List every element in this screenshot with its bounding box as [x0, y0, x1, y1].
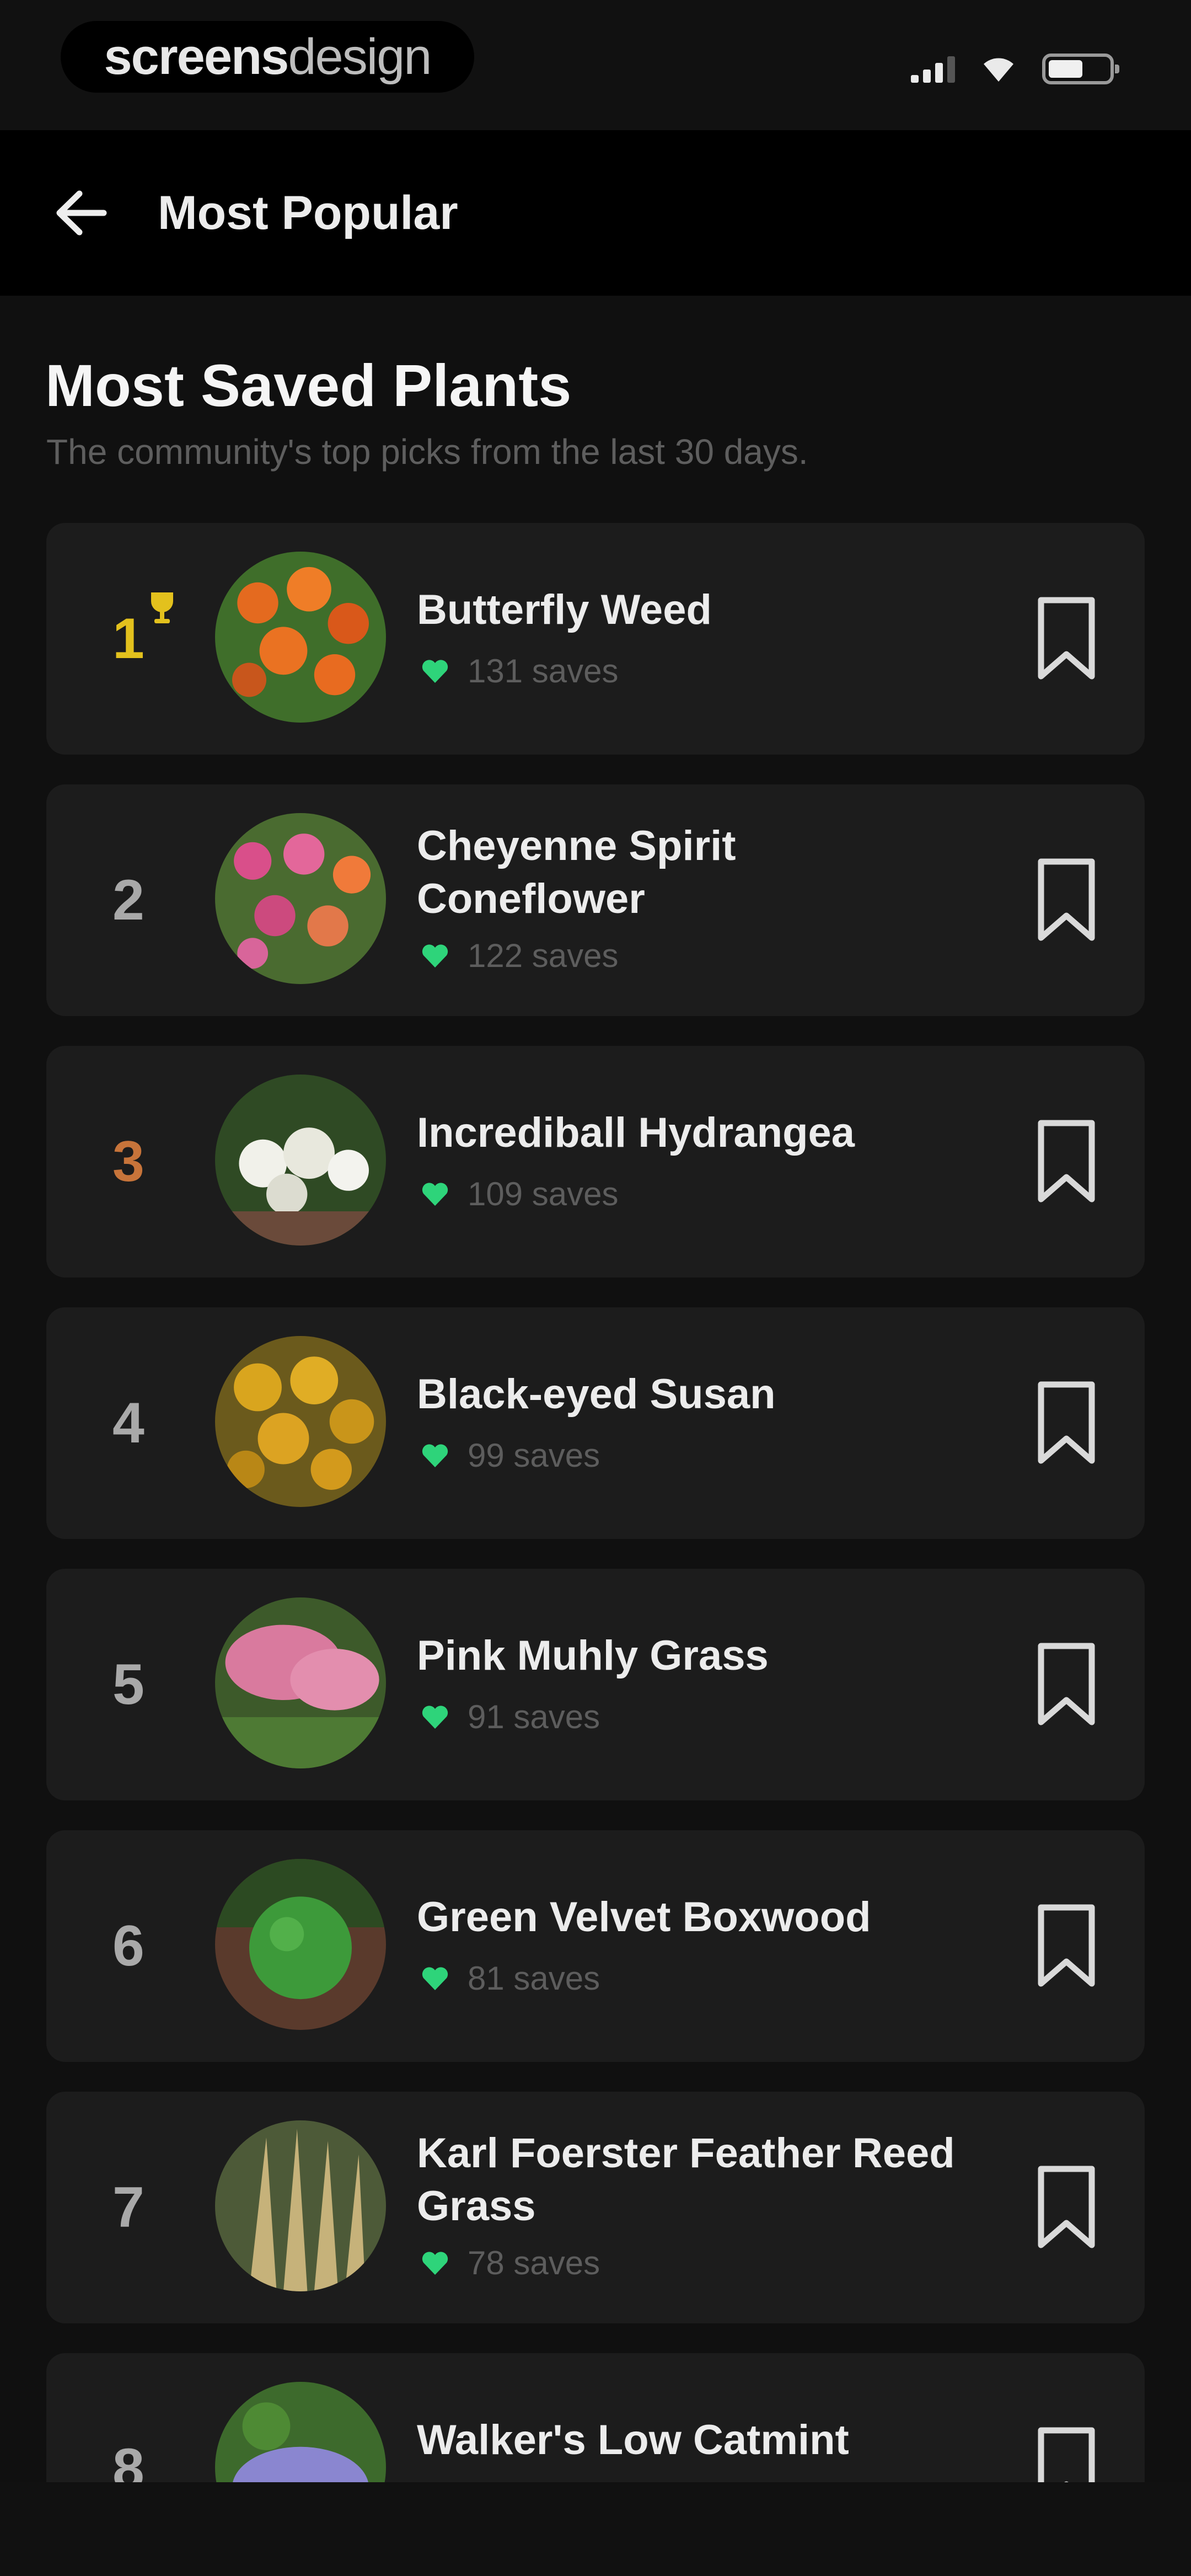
- heart-icon: [422, 659, 448, 683]
- plant-thumbnail: [215, 1336, 386, 1507]
- saves-label: 131 saves: [468, 653, 619, 690]
- saves-label: 109 saves: [468, 1175, 619, 1212]
- plant-card[interactable]: 4 Black-eyed Susan 99 saves: [46, 1307, 1145, 1539]
- plant-thumbnail: [215, 1859, 386, 2030]
- heart-icon: [422, 1705, 448, 1729]
- saves-label: 91 saves: [468, 1698, 600, 1735]
- saves-count: 131 saves: [421, 652, 619, 690]
- saves-count: 78 saves: [421, 2244, 600, 2282]
- saves-label: 122 saves: [468, 937, 619, 974]
- plant-name: Pink Muhly Grass: [417, 1632, 769, 1679]
- heart-icon: [422, 1966, 448, 1990]
- plant-card[interactable]: 1 Butterfly Weed 131 saves: [46, 523, 1145, 755]
- rank-number: 7: [112, 2175, 144, 2240]
- plant-thumbnail: [215, 552, 386, 723]
- plant-thumbnail: [215, 1597, 386, 1768]
- plant-thumbnail: [215, 2120, 386, 2291]
- plant-name: Karl Foerster Feather Reed Grass: [417, 2130, 955, 2230]
- plant-thumbnail: [215, 1075, 386, 1246]
- saves-count: 109 saves: [421, 1175, 619, 1213]
- rank-number: 4: [112, 1391, 144, 1455]
- status-icons: [911, 50, 1119, 88]
- plant-name: Green Velvet Boxwood: [417, 1894, 871, 1941]
- heart-icon: [422, 944, 448, 968]
- brand-logo-light: design: [288, 28, 432, 85]
- bookmark-icon[interactable]: [1034, 856, 1098, 944]
- saves-count: 91 saves: [421, 1698, 600, 1736]
- saves-label: 99 saves: [468, 1437, 600, 1474]
- plant-name: Incrediball Hydrangea: [417, 1109, 855, 1156]
- plant-name: Butterfly Weed: [417, 586, 712, 633]
- bookmark-icon[interactable]: [1034, 1379, 1098, 1467]
- plant-thumbnail: [215, 813, 386, 984]
- plant-card[interactable]: 7 Karl Foerster Feather Reed Grass 78 sa…: [46, 2092, 1145, 2323]
- bookmark-icon[interactable]: [1034, 1118, 1098, 1206]
- saves-label: 78 saves: [468, 2244, 600, 2281]
- saves-count: 81 saves: [421, 1959, 600, 1997]
- plant-thumbnail: [215, 2382, 386, 2482]
- rank-number: 6: [112, 1914, 144, 1978]
- bookmark-icon[interactable]: [1034, 1640, 1098, 1729]
- rank-number: 5: [112, 1652, 144, 1717]
- bookmark-icon[interactable]: [1034, 2163, 1098, 2252]
- rank-number: 8: [112, 2436, 144, 2483]
- heart-icon: [422, 1182, 448, 1206]
- brand-logo: screens design: [61, 21, 474, 93]
- signal-icon: [911, 55, 955, 83]
- app-bar: Most Popular: [0, 130, 1191, 296]
- page-title: Most Popular: [158, 186, 458, 239]
- plant-card[interactable]: 5 Pink Muhly Grass 91 saves: [46, 1569, 1145, 1800]
- main-content: Most Saved Plants The community's top pi…: [0, 296, 1191, 2482]
- wifi-icon: [984, 58, 1013, 82]
- brand-logo-bold: screens: [104, 28, 289, 85]
- heart-icon: [422, 2251, 448, 2275]
- bookmark-icon[interactable]: [1034, 595, 1098, 683]
- section-title: Most Saved Plants: [45, 352, 572, 419]
- back-button[interactable]: [47, 180, 114, 246]
- plant-list: 1 Butterfly Weed 131 saves 2 Cheyenne Sp…: [46, 523, 1145, 2482]
- arrow-left-icon: [56, 190, 107, 236]
- plant-card[interactable]: 8 Walker's Low Catmint: [46, 2353, 1145, 2482]
- rank-number: 1: [112, 606, 144, 671]
- rank-number: 3: [112, 1129, 144, 1194]
- battery-icon: [1042, 54, 1119, 84]
- trophy-icon: [151, 592, 173, 623]
- status-bar: screens design: [0, 0, 1191, 130]
- heart-icon: [422, 1444, 448, 1467]
- bookmark-icon[interactable]: [1034, 1902, 1098, 1990]
- saves-count: 122 saves: [421, 937, 619, 975]
- section-subtitle: The community's top picks from the last …: [46, 432, 808, 472]
- bookmark-icon[interactable]: [1034, 2425, 1098, 2482]
- saves-count: 99 saves: [421, 1436, 600, 1474]
- saves-label: 81 saves: [468, 1960, 600, 1997]
- plant-card[interactable]: 6 Green Velvet Boxwood 81 saves: [46, 1830, 1145, 2062]
- plant-card[interactable]: 3 Incrediball Hydrangea 109 saves: [46, 1046, 1145, 1278]
- plant-name: Black-eyed Susan: [417, 1371, 776, 1418]
- rank-number: 2: [112, 868, 144, 932]
- plant-name: Walker's Low Catmint: [417, 2417, 849, 2463]
- plant-name: Cheyenne Spirit Coneflower: [417, 822, 736, 922]
- plant-card[interactable]: 2 Cheyenne Spirit Coneflower 122 saves: [46, 784, 1145, 1016]
- bottom-bar: [0, 2482, 1191, 2576]
